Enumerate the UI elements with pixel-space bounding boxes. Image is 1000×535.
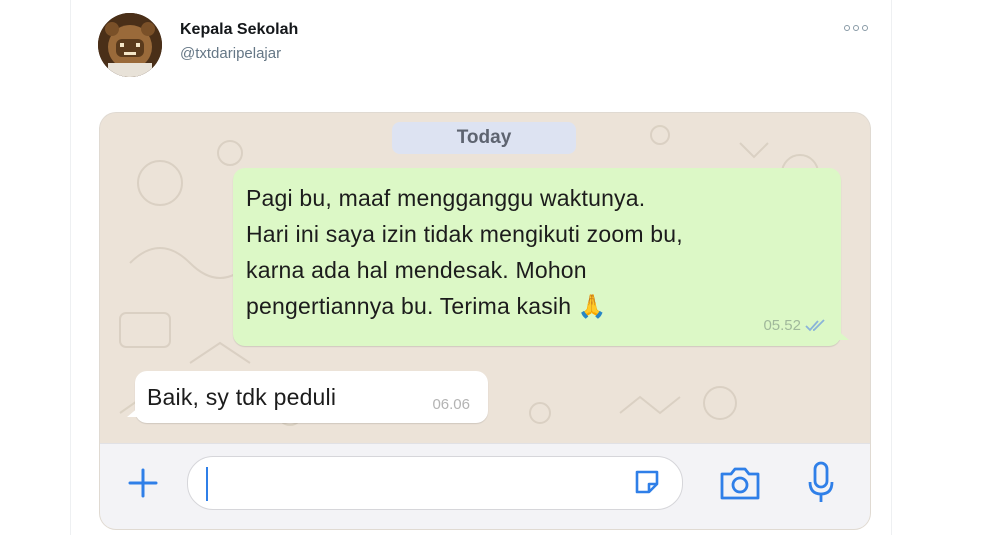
camera-icon[interactable] [718,464,762,502]
double-check-icon [805,318,825,331]
message-time: 06.06 [432,396,470,413]
praying-hands-icon: 🙏 [577,293,607,319]
whatsapp-screenshot: Today Pagi bu, maaf mengganggu waktunya.… [100,113,870,529]
message-input[interactable] [206,467,652,501]
bubble-tail [837,330,849,340]
author-name[interactable]: Kepala Sekolah [180,20,298,40]
date-separator: Today [392,122,576,154]
incoming-message[interactable]: Baik, sy tdk peduli 06.06 [127,371,488,423]
message-text: Baik, sy tdk peduli [147,384,337,410]
bubble-tail [127,407,139,417]
message-text: Pagi bu, maaf mengganggu waktunya. Hari … [246,180,831,324]
sticker-icon[interactable] [632,467,662,497]
microphone-icon[interactable] [806,460,836,506]
more-options-icon[interactable] [844,22,870,34]
outgoing-message[interactable]: Pagi bu, maaf mengganggu waktunya. Hari … [233,168,849,346]
message-body: Pagi bu, maaf mengganggu waktunya. Hari … [246,185,683,319]
message-meta: 05.52 [763,317,827,334]
message-text-field[interactable] [187,456,683,510]
message-meta: 06.06 [432,396,470,413]
plus-icon[interactable] [122,462,164,504]
author-handle[interactable]: @txtdaripelajar [180,44,298,64]
message-time: 05.52 [763,317,801,334]
tweet-author: Kepala Sekolah @txtdaripelajar [180,20,298,64]
bear-avatar-icon[interactable] [98,13,162,77]
message-input-bar [100,443,870,529]
